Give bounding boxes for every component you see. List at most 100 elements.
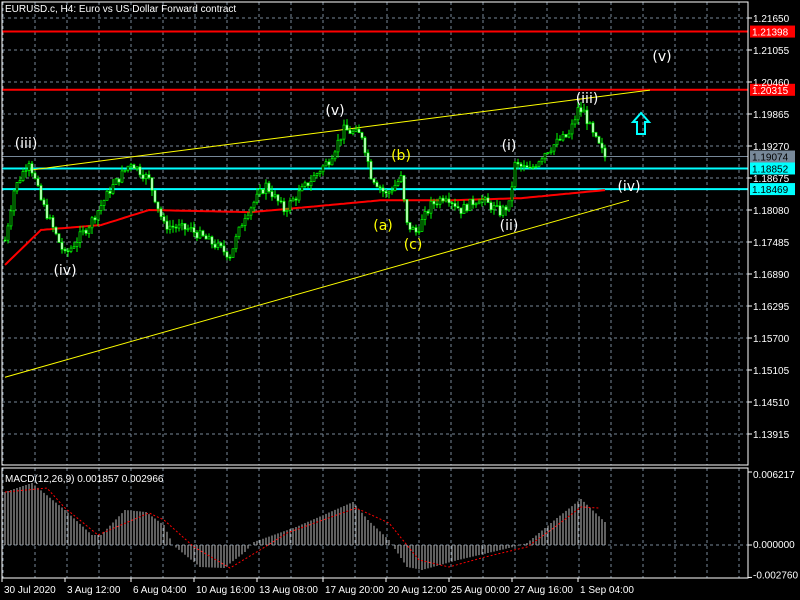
candle-body xyxy=(438,197,442,205)
candle-body xyxy=(366,152,370,162)
chart-title: EURUSD.c, H4: Euro vs US Dollar Forward … xyxy=(5,4,236,15)
trendlines[interactable] xyxy=(4,89,651,378)
candle-body xyxy=(294,198,298,201)
candle-body xyxy=(498,205,502,216)
candle-body xyxy=(273,194,277,198)
time-tick-label: 10 Aug 16:00 xyxy=(196,585,255,596)
candle-body xyxy=(600,142,604,149)
candle-body xyxy=(162,216,166,222)
candle-body xyxy=(276,194,280,202)
candle-body xyxy=(342,124,346,140)
candle-body xyxy=(534,165,538,168)
candle-body xyxy=(57,233,61,243)
candle-body xyxy=(417,231,421,233)
candle-body xyxy=(3,239,7,242)
candle-body xyxy=(207,236,211,240)
candle-body xyxy=(177,224,181,229)
price-tick-label: 1.18675 xyxy=(753,174,790,185)
candle-body xyxy=(195,231,199,239)
candle-body xyxy=(117,178,121,183)
candle-body xyxy=(414,227,418,233)
grid xyxy=(2,2,748,578)
candle-body xyxy=(72,246,76,249)
candle-body xyxy=(588,122,592,125)
time-tick-label: 25 Aug 00:00 xyxy=(451,585,510,596)
candle-body xyxy=(153,189,157,203)
price-chart[interactable]: 1.213981.203151.190741.188521.18469 (iii… xyxy=(0,0,800,600)
candle-body xyxy=(282,201,286,212)
time-tick-label: 13 Aug 08:00 xyxy=(259,585,318,596)
candle-body xyxy=(15,182,19,192)
candle-body xyxy=(546,152,550,155)
candle-body xyxy=(462,204,466,214)
candle-body xyxy=(348,129,352,134)
candle-body xyxy=(318,171,322,174)
candle-body xyxy=(69,247,73,252)
candle-body xyxy=(216,242,220,248)
candle-body xyxy=(384,190,388,194)
candle-body xyxy=(63,249,67,252)
horizontal-levels[interactable]: 1.213981.203151.190741.188521.18469 xyxy=(2,25,795,197)
candle-body xyxy=(183,223,187,230)
level-price-label: 1.18469 xyxy=(752,185,789,196)
macd-tick-label: 0.000000 xyxy=(753,540,795,551)
candle-body xyxy=(345,124,349,131)
candle-body xyxy=(12,190,16,212)
macd-label: MACD(12,26,9) 0.001857 0.002966 xyxy=(5,474,164,485)
candle-body xyxy=(456,206,460,209)
time-tick-label: 1 Sep 04:00 xyxy=(580,585,634,596)
candle-body xyxy=(567,133,571,138)
candle-body xyxy=(198,230,202,239)
candle-body xyxy=(549,150,553,154)
wave-label: (b) xyxy=(391,148,411,164)
time-axis: 30 Jul 2020 3 Aug 12:00 6 Aug 04:00 10 Aug … xyxy=(1,578,634,596)
candle-body xyxy=(474,203,478,206)
up-arrow-icon[interactable] xyxy=(630,111,652,135)
candle-body xyxy=(471,198,475,206)
wave-label: (v) xyxy=(652,49,671,65)
time-tick-label: 20 Aug 12:00 xyxy=(388,585,447,596)
candle-body xyxy=(144,174,148,180)
macd-signal-line xyxy=(4,487,600,569)
candle-body xyxy=(507,200,511,211)
candle-body xyxy=(336,139,340,153)
candle-body xyxy=(591,122,595,133)
candle-body xyxy=(225,251,229,258)
candle-body xyxy=(513,161,517,188)
candle-body xyxy=(570,123,574,135)
candle-body xyxy=(540,158,544,163)
price-tick-label: 1.15700 xyxy=(753,334,790,345)
candle-body xyxy=(315,173,319,176)
candle-body xyxy=(552,144,556,152)
macd-tick-label: -0.002760 xyxy=(753,570,798,581)
candle-body xyxy=(291,198,295,202)
candle-body xyxy=(24,170,28,172)
candle-body xyxy=(114,178,118,185)
price-tick-label: 1.13915 xyxy=(753,430,790,441)
candle-body xyxy=(306,182,310,187)
time-tick-label: 17 Aug 20:00 xyxy=(325,585,384,596)
candle-body xyxy=(558,138,562,141)
candle-body xyxy=(402,175,406,200)
candle-body xyxy=(93,217,97,221)
candle-body xyxy=(204,235,208,240)
candle-body xyxy=(48,217,52,219)
candle-body xyxy=(453,203,457,207)
candle-body xyxy=(309,181,313,187)
candle-body xyxy=(399,175,403,182)
candle-body xyxy=(84,229,88,234)
candle-body xyxy=(108,190,112,194)
candle-body xyxy=(327,161,331,166)
price-tick-label: 1.20460 xyxy=(753,78,790,89)
price-tick-label: 1.21055 xyxy=(753,46,790,57)
candle-body xyxy=(579,107,583,113)
candle-body xyxy=(369,161,373,180)
candle-body xyxy=(129,164,133,167)
price-axis: 1.21650 1.21055 1.20460 1.19865 1.19270 1.186… xyxy=(748,14,798,581)
candle-body xyxy=(135,166,139,169)
candle-body xyxy=(174,226,178,229)
candle-body xyxy=(138,166,142,176)
candle-body xyxy=(378,186,382,189)
candle-body xyxy=(150,177,154,191)
candle-body xyxy=(450,202,454,205)
